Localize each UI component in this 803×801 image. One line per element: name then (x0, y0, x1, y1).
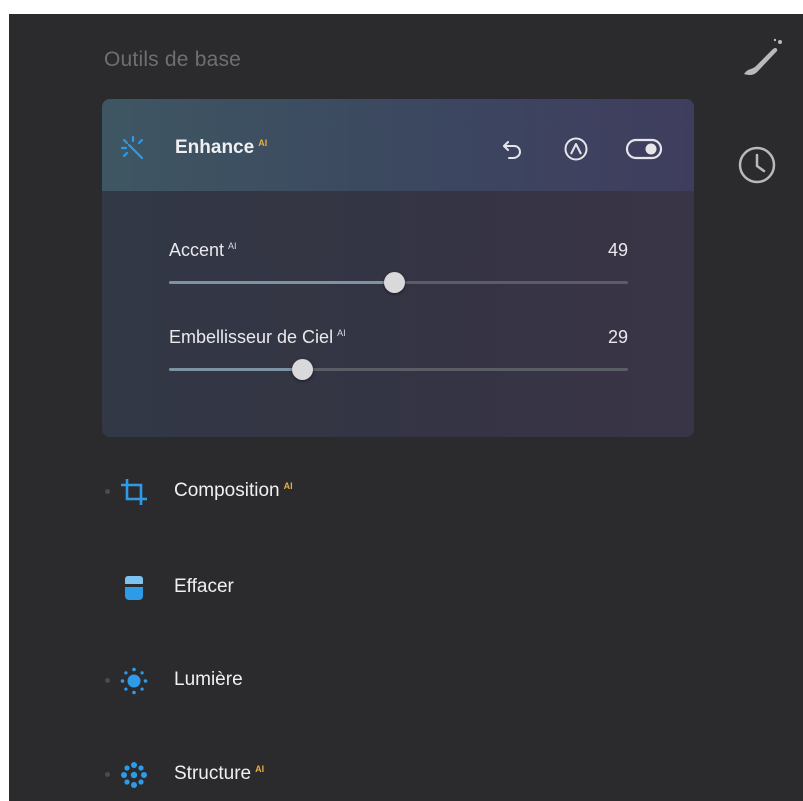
ai-badge: AI (283, 480, 293, 491)
section-title: Outils de base (104, 48, 242, 71)
tool-structure[interactable]: Structure AI (9, 754, 609, 794)
tool-label: Composition AI (174, 480, 293, 502)
enhance-toggle[interactable] (623, 135, 665, 163)
slider-fill (169, 368, 303, 371)
ai-badge: AI (228, 241, 237, 251)
tool-label: Effacer (174, 576, 234, 598)
ai-badge: AI (258, 137, 268, 148)
crop-icon (119, 477, 149, 507)
tool-composition[interactable]: Composition AI (9, 471, 609, 511)
slider-thumb[interactable] (292, 359, 314, 380)
undo-icon (503, 141, 522, 159)
slider-track[interactable] (169, 359, 628, 380)
ai-badge: AI (255, 763, 265, 774)
sun-icon (119, 666, 149, 696)
collapsed-dot (105, 489, 110, 494)
undo-button[interactable] (498, 135, 526, 163)
tool-label: Lumière (174, 669, 243, 691)
structure-icon (119, 760, 149, 790)
eraser-icon (119, 573, 149, 603)
enhance-title-text: Enhance (175, 137, 255, 158)
sky-enhancer-label-text: Embellisseur de Ciel (169, 327, 334, 347)
slider-fill (169, 281, 394, 284)
accent-value: 49 (607, 240, 628, 260)
tools-panel: Outils de base Enhance AI Accent AI 49 E… (9, 14, 803, 801)
tool-lumiere[interactable]: Lumière (9, 660, 609, 700)
effacer-label: Effacer (174, 576, 234, 597)
collapsed-dot (105, 772, 110, 777)
composition-label: Composition (174, 480, 280, 501)
lumiere-label: Lumière (174, 669, 243, 690)
structure-label: Structure (174, 763, 252, 784)
slider-track[interactable] (169, 272, 628, 293)
toggle-icon (625, 138, 663, 160)
accent-label-text: Accent (169, 240, 225, 260)
slider-thumb[interactable] (383, 272, 405, 293)
enhance-header[interactable]: Enhance AI (102, 99, 694, 191)
history-clock-icon[interactable] (736, 144, 778, 186)
enhance-body (102, 191, 694, 437)
enhance-title: Enhance AI (175, 137, 267, 159)
collapsed-dot (105, 678, 110, 683)
ai-badge: AI (337, 328, 346, 338)
mask-button[interactable] (562, 135, 590, 163)
brush-icon[interactable] (735, 36, 785, 86)
sparkle-icon (120, 135, 146, 161)
mask-icon (564, 137, 588, 161)
enhance-card: Enhance AI Accent AI 49 Embellisseur de … (102, 99, 694, 437)
sky-enhancer-label: Embellisseur de Ciel AI (169, 327, 346, 348)
tool-label: Structure AI (174, 763, 264, 785)
tool-effacer[interactable]: Effacer (9, 567, 609, 607)
accent-label: Accent AI (169, 240, 237, 261)
sky-enhancer-value: 29 (607, 327, 628, 347)
